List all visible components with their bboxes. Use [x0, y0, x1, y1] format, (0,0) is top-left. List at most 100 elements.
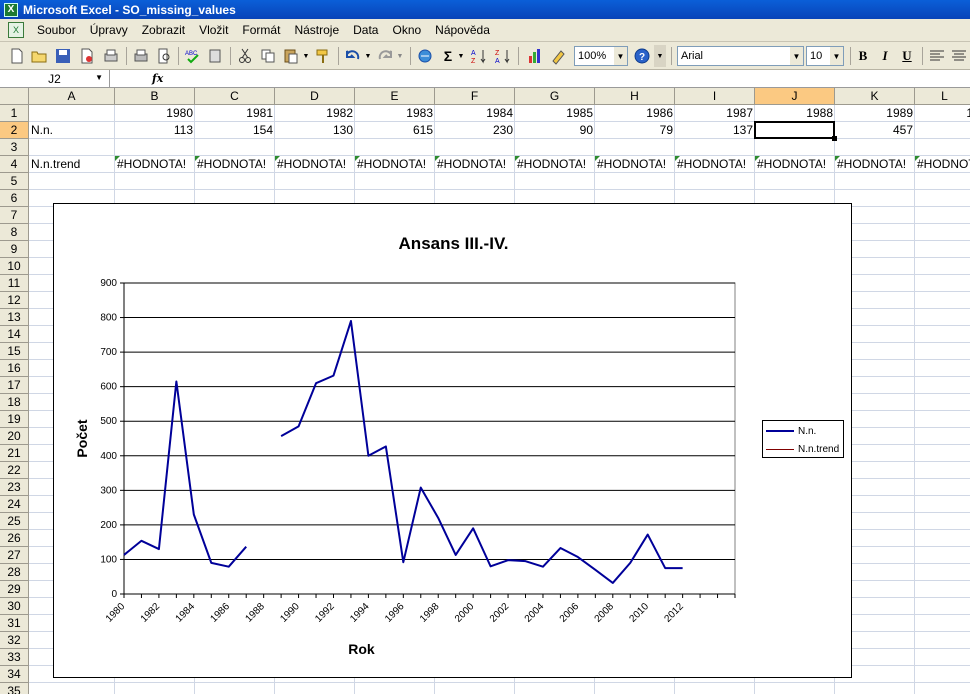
- cell-d4[interactable]: #HODNOTA!: [275, 156, 355, 173]
- column-header-h[interactable]: H: [595, 88, 675, 105]
- cell-i2[interactable]: 137: [675, 122, 755, 139]
- error-indicator-icon[interactable]: [595, 156, 600, 161]
- row-header-23[interactable]: 23: [0, 479, 29, 496]
- row-header-32[interactable]: 32: [0, 632, 29, 649]
- workbook-icon[interactable]: X: [8, 22, 24, 38]
- cell-l1[interactable]: 1: [915, 105, 970, 122]
- column-header-d[interactable]: D: [275, 88, 355, 105]
- cell-i1[interactable]: 1987: [675, 105, 755, 122]
- row-header-35[interactable]: 35: [0, 683, 29, 694]
- row-header-22[interactable]: 22: [0, 462, 29, 479]
- row-header-12[interactable]: 12: [0, 292, 29, 309]
- column-header-f[interactable]: F: [435, 88, 515, 105]
- menu-format[interactable]: Formát: [235, 19, 287, 42]
- row-header-16[interactable]: 16: [0, 360, 29, 377]
- cell-d2[interactable]: 130: [275, 122, 355, 139]
- row-header-34[interactable]: 34: [0, 666, 29, 683]
- toolbar-options-icon[interactable]: ▼: [654, 45, 666, 67]
- cell-g2[interactable]: 90: [515, 122, 595, 139]
- name-box-dropdown-icon[interactable]: ▼: [95, 73, 103, 82]
- permission-icon[interactable]: [78, 47, 96, 65]
- row-header-18[interactable]: 18: [0, 394, 29, 411]
- cell-h4[interactable]: #HODNOTA!: [595, 156, 675, 173]
- cell-e4[interactable]: #HODNOTA!: [355, 156, 435, 173]
- error-indicator-icon[interactable]: [515, 156, 520, 161]
- cell-k4[interactable]: #HODNOTA!: [835, 156, 915, 173]
- cell-b4[interactable]: #HODNOTA!: [115, 156, 195, 173]
- menu-data[interactable]: Data: [346, 19, 385, 42]
- paste-dropdown-icon[interactable]: ▼: [302, 47, 310, 65]
- hyperlink-icon[interactable]: [416, 47, 434, 65]
- row-header-2[interactable]: 2: [0, 122, 29, 139]
- cell-f2[interactable]: 230: [435, 122, 515, 139]
- zoom-dropdown-icon[interactable]: ▼: [614, 47, 627, 65]
- row-header-6[interactable]: 6: [0, 190, 29, 207]
- menu-okno[interactable]: Okno: [385, 19, 428, 42]
- cell-c1[interactable]: 1981: [195, 105, 275, 122]
- row-header-14[interactable]: 14: [0, 326, 29, 343]
- error-indicator-icon[interactable]: [835, 156, 840, 161]
- cell-k2[interactable]: 457: [835, 122, 915, 139]
- spelling-icon[interactable]: ABC: [184, 47, 202, 65]
- menu-vlozit[interactable]: Vložit: [192, 19, 235, 42]
- row-header-26[interactable]: 26: [0, 530, 29, 547]
- font-name-dropdown-icon[interactable]: ▼: [790, 47, 803, 65]
- autosum-icon[interactable]: Σ: [440, 47, 456, 65]
- help-icon[interactable]: ?: [633, 47, 651, 65]
- align-left-icon[interactable]: [928, 47, 946, 65]
- row-header-29[interactable]: 29: [0, 581, 29, 598]
- cell-j4[interactable]: #HODNOTA!: [755, 156, 835, 173]
- format-painter-icon[interactable]: [314, 47, 332, 65]
- save-icon[interactable]: [54, 47, 72, 65]
- column-header-g[interactable]: G: [515, 88, 595, 105]
- cell-c2[interactable]: 154: [195, 122, 275, 139]
- research-icon[interactable]: [207, 47, 225, 65]
- row-header-25[interactable]: 25: [0, 513, 29, 530]
- error-indicator-icon[interactable]: [675, 156, 680, 161]
- cell-a2[interactable]: N.n.: [29, 122, 115, 139]
- select-all-corner[interactable]: [0, 88, 29, 105]
- menu-upravy[interactable]: Úpravy: [83, 19, 135, 42]
- row-header-24[interactable]: 24: [0, 496, 29, 513]
- bold-button[interactable]: B: [855, 47, 871, 65]
- print-icon[interactable]: [132, 47, 150, 65]
- cell-a4[interactable]: N.n.trend: [29, 156, 115, 173]
- cell-b2[interactable]: 113: [115, 122, 195, 139]
- row-header-13[interactable]: 13: [0, 309, 29, 326]
- error-indicator-icon[interactable]: [755, 156, 760, 161]
- cell-j1[interactable]: 1988: [755, 105, 835, 122]
- row-header-4[interactable]: 4: [0, 156, 29, 173]
- row-header-17[interactable]: 17: [0, 377, 29, 394]
- cell-g1[interactable]: 1985: [515, 105, 595, 122]
- chart-legend[interactable]: N.n. N.n.trend: [762, 420, 844, 458]
- column-header-i[interactable]: I: [675, 88, 755, 105]
- chart-area[interactable]: Ansans III.-IV. 0 100 200 300 400 500 600 700 80…: [53, 203, 852, 678]
- cell-e1[interactable]: 1983: [355, 105, 435, 122]
- column-header-e[interactable]: E: [355, 88, 435, 105]
- column-header-c[interactable]: C: [195, 88, 275, 105]
- menu-soubor[interactable]: Soubor: [30, 19, 83, 42]
- font-size-dropdown-icon[interactable]: ▼: [830, 47, 843, 65]
- row-header-31[interactable]: 31: [0, 615, 29, 632]
- row-header-3[interactable]: 3: [0, 139, 29, 156]
- sort-ascending-icon[interactable]: AZ: [470, 47, 488, 65]
- column-header-l[interactable]: L: [915, 88, 970, 105]
- row-header-1[interactable]: 1: [0, 105, 29, 122]
- cell-l4[interactable]: #HODNOTA!: [915, 156, 970, 173]
- row-header-7[interactable]: 7: [0, 207, 29, 224]
- row-header-5[interactable]: 5: [0, 173, 29, 190]
- menu-zobrazit[interactable]: Zobrazit: [135, 19, 192, 42]
- fill-handle[interactable]: [832, 136, 837, 141]
- row-header-20[interactable]: 20: [0, 428, 29, 445]
- column-header-b[interactable]: B: [115, 88, 195, 105]
- print-preview-icon[interactable]: [155, 47, 173, 65]
- cell-c4[interactable]: #HODNOTA!: [195, 156, 275, 173]
- cell-i4[interactable]: #HODNOTA!: [675, 156, 755, 173]
- column-header-k[interactable]: K: [835, 88, 915, 105]
- row-header-21[interactable]: 21: [0, 445, 29, 462]
- italic-button[interactable]: I: [877, 47, 893, 65]
- row-header-33[interactable]: 33: [0, 649, 29, 666]
- cell-b1[interactable]: 1980: [115, 105, 195, 122]
- worksheet[interactable]: A B C D E F G H I J K L 1 2 3 4 5 6 7 8 9 10 11 12 13 14 15 16 17 18 1…: [0, 88, 970, 694]
- chart-wizard-icon[interactable]: [526, 47, 544, 65]
